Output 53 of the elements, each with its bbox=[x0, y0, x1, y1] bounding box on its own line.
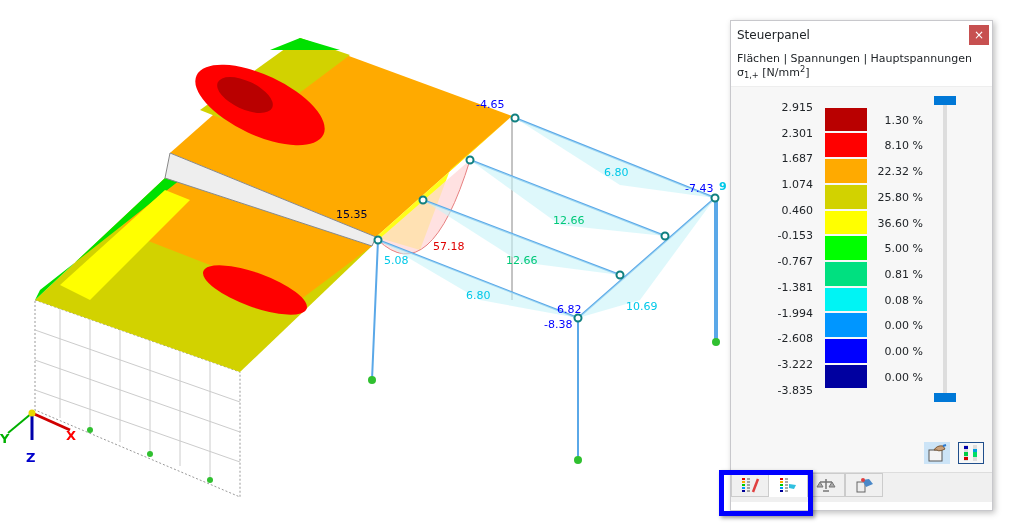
toolbar-button[interactable] bbox=[958, 442, 984, 464]
result-value: 12.66 bbox=[506, 254, 538, 267]
legend-value: -0.153 bbox=[776, 228, 813, 245]
percent-label: 0.00 % bbox=[883, 344, 923, 360]
slider-handle[interactable] bbox=[934, 96, 956, 105]
result-value: 6.82 bbox=[557, 303, 582, 316]
percent-label: 8.10 % bbox=[883, 138, 923, 155]
legend-value: 1.687 bbox=[780, 151, 813, 168]
result-value: 12.66 bbox=[553, 214, 585, 227]
legend-value: 2.301 bbox=[780, 125, 813, 142]
percent-label: 25.80 % bbox=[876, 189, 923, 206]
percent-label: 0.08 % bbox=[883, 292, 923, 309]
result-value: 9 bbox=[719, 180, 727, 193]
toolbar-button[interactable] bbox=[924, 442, 950, 464]
result-value: 57.18 bbox=[433, 240, 465, 253]
percent-label: 0.00 % bbox=[883, 369, 923, 386]
legend-value: -1.994 bbox=[776, 305, 813, 322]
result-value: 6.80 bbox=[604, 166, 629, 179]
axis-label: X bbox=[66, 428, 77, 443]
result-value: 5.08 bbox=[384, 254, 409, 267]
panel-tab[interactable] bbox=[731, 473, 769, 497]
result-path: Flächen | Spannungen | Hauptspannungen bbox=[737, 52, 973, 66]
balance-scale-icon bbox=[816, 477, 836, 493]
quantity-label: σ$_{1,+}$ [N/mm$^{2}$] bbox=[737, 66, 810, 80]
clipboard-hand-icon bbox=[927, 444, 947, 462]
result-value: -8.38 bbox=[544, 318, 573, 331]
percent-label: 1.30 % bbox=[883, 112, 923, 129]
result-value: 10.69 bbox=[626, 300, 658, 313]
legend-value: 2.915 bbox=[780, 100, 813, 116]
legend-pencil-icon bbox=[740, 477, 760, 493]
close-button[interactable]: × bbox=[969, 24, 989, 45]
percent-label: 22.32 % bbox=[876, 164, 923, 181]
result-value: -4.65 bbox=[476, 98, 505, 111]
range-slider[interactable] bbox=[934, 96, 956, 402]
legend-value: -3.222 bbox=[776, 356, 813, 373]
percent-label: 5.00 % bbox=[883, 241, 923, 258]
axis-label: Z bbox=[26, 450, 36, 465]
slider-handle[interactable] bbox=[934, 393, 956, 402]
legend-value: -1.381 bbox=[776, 279, 813, 296]
percent-label: 0.81 % bbox=[883, 266, 923, 283]
percent-label: 0.00 % bbox=[883, 318, 923, 335]
axis-label: Y bbox=[0, 431, 10, 446]
legend-value: -2.608 bbox=[776, 331, 813, 348]
legend-value: -3.835 bbox=[776, 382, 813, 399]
legend-value: -0.767 bbox=[776, 254, 813, 271]
legend-gradient-icon bbox=[778, 477, 798, 493]
document-paint-icon bbox=[854, 477, 874, 493]
panel-title: Steuerpanel bbox=[737, 26, 810, 44]
legend-value: 0.460 bbox=[780, 202, 813, 219]
legend-value: 1.074 bbox=[780, 177, 813, 194]
result-value: 15.35 bbox=[336, 208, 368, 221]
result-value: 6.80 bbox=[466, 289, 491, 302]
percent-label: 36.60 % bbox=[876, 215, 923, 232]
